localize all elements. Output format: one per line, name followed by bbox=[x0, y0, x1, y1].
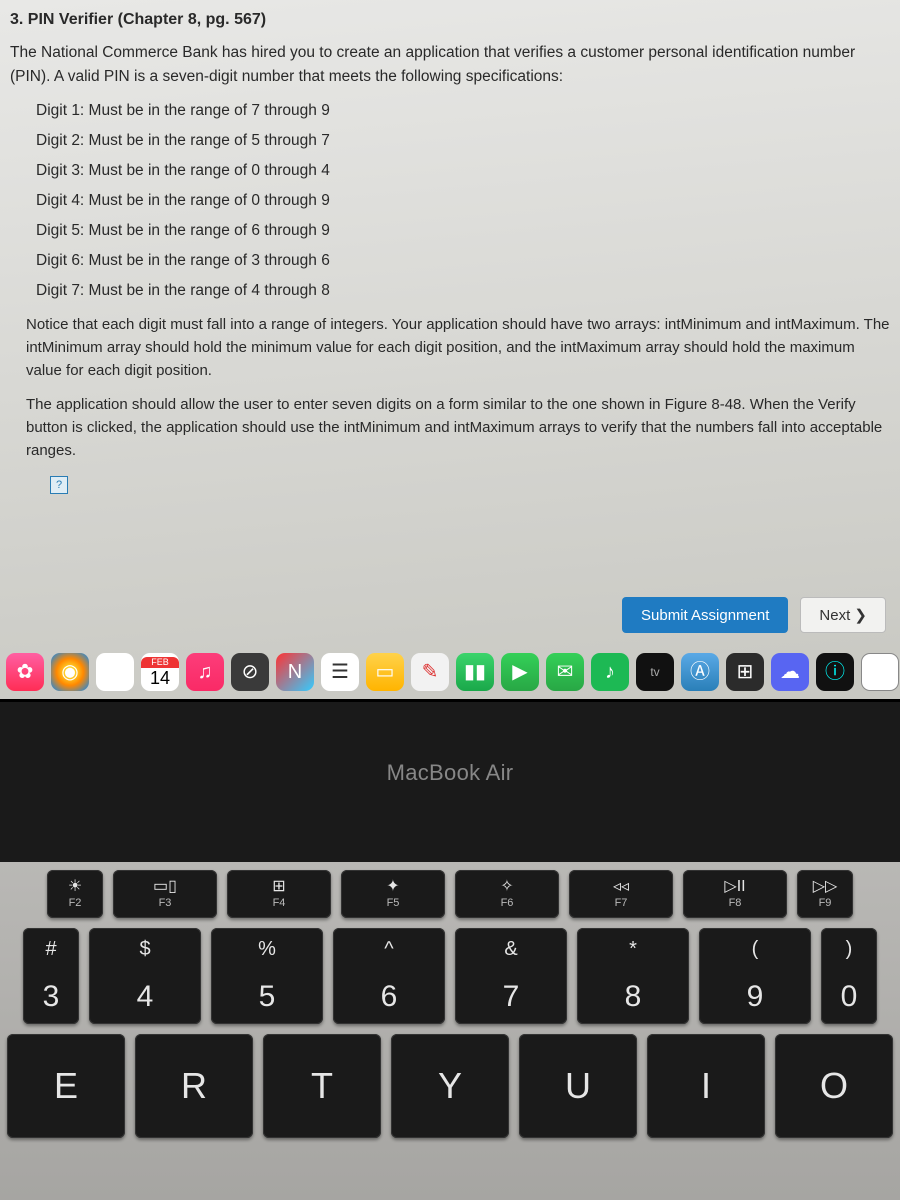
messages-icon[interactable]: ✉ bbox=[546, 653, 584, 691]
spec-item: Digit 1: Must be in the range of 7 throu… bbox=[36, 99, 890, 123]
music-icon[interactable]: ♫ bbox=[186, 653, 224, 691]
pencil-icon[interactable]: ✎ bbox=[411, 653, 449, 691]
key-t: T bbox=[263, 1034, 381, 1138]
function-key-row: ☀ F2 ▭▯ F3 ⊞ F4 ✦ F5 ✧ F6 ◃◃ F7 ▷II F8 ▷… bbox=[0, 870, 900, 918]
rewind-icon: ◃◃ bbox=[613, 879, 629, 895]
assignment-para-form: The application should allow the user to… bbox=[26, 393, 890, 463]
spec-item: Digit 5: Must be in the range of 6 throu… bbox=[36, 219, 890, 243]
spec-item: Digit 7: Must be in the range of 4 throu… bbox=[36, 279, 890, 303]
fkey-f5: ✦ F5 bbox=[341, 870, 445, 918]
number-key-row: # 3 $ 4 % 5 ^ 6 & 7 * 8 ( 9 ) 0 bbox=[0, 928, 900, 1024]
key-9: ( 9 bbox=[699, 928, 811, 1024]
reminders-icon[interactable]: ☰ bbox=[321, 653, 359, 691]
spec-item: Digit 6: Must be in the range of 3 throu… bbox=[36, 249, 890, 273]
launchpad-key-icon: ⊞ bbox=[272, 879, 285, 895]
laptop-screen: 3. PIN Verifier (Chapter 8, pg. 567) The… bbox=[0, 0, 900, 702]
key-4: $ 4 bbox=[89, 928, 201, 1024]
key-5: % 5 bbox=[211, 928, 323, 1024]
keyboard-dim-icon: ✦ bbox=[386, 879, 399, 895]
podcast-icon[interactable]: ⓘ bbox=[816, 653, 854, 691]
safari-icon[interactable]: ◉ bbox=[51, 653, 89, 691]
key-6: ^ 6 bbox=[333, 928, 445, 1024]
spec-list: Digit 1: Must be in the range of 7 throu… bbox=[36, 99, 890, 303]
brightness-up-icon: ☀ bbox=[68, 879, 82, 895]
keyboard-bright-icon: ✧ bbox=[500, 879, 513, 895]
action-bar: Submit Assignment Next ❯ bbox=[622, 597, 886, 633]
fast-forward-icon: ▷▷ bbox=[813, 879, 838, 895]
assignment-heading: 3. PIN Verifier (Chapter 8, pg. 567) bbox=[10, 8, 890, 33]
blocked-icon[interactable]: ⊘ bbox=[231, 653, 269, 691]
key-3: # 3 bbox=[23, 928, 79, 1024]
calendar-icon[interactable]: FEB 14 bbox=[141, 653, 179, 691]
play-pause-icon: ▷II bbox=[724, 879, 745, 895]
submit-assignment-button[interactable]: Submit Assignment bbox=[622, 597, 788, 633]
assignment-intro: The National Commerce Bank has hired you… bbox=[10, 41, 890, 89]
letter-key-row: E R T Y U I O bbox=[0, 1034, 900, 1138]
fkey-f3: ▭▯ F3 bbox=[113, 870, 217, 918]
appstore-icon[interactable]: Ⓐ bbox=[681, 653, 719, 691]
key-e: E bbox=[7, 1034, 125, 1138]
key-r: R bbox=[135, 1034, 253, 1138]
key-y: Y bbox=[391, 1034, 509, 1138]
fkey-f8: ▷II F8 bbox=[683, 870, 787, 918]
spotify-icon[interactable]: ♪ bbox=[591, 653, 629, 691]
key-0: ) 0 bbox=[821, 928, 877, 1024]
calendar-day: 14 bbox=[150, 668, 170, 687]
appletv-icon[interactable]: tv bbox=[636, 653, 674, 691]
key-i: I bbox=[647, 1034, 765, 1138]
fkey-f2: ☀ F2 bbox=[47, 870, 103, 918]
key-o: O bbox=[775, 1034, 893, 1138]
key-7: & 7 bbox=[455, 928, 567, 1024]
macos-dock: ✿ ◉ ⊞ FEB 14 ♫ ⊘ N ☰ ▭ ✎ ▮▮ ▶ ✉ ♪ tv Ⓐ ⊞… bbox=[0, 649, 900, 695]
fkey-f9: ▷▷ F9 bbox=[797, 870, 853, 918]
numbers-icon[interactable]: ▮▮ bbox=[456, 653, 494, 691]
spec-item: Digit 3: Must be in the range of 0 throu… bbox=[36, 159, 890, 183]
news-icon[interactable]: N bbox=[276, 653, 314, 691]
discord-icon[interactable]: ☁ bbox=[771, 653, 809, 691]
spec-item: Digit 4: Must be in the range of 0 throu… bbox=[36, 189, 890, 213]
key-8: * 8 bbox=[577, 928, 689, 1024]
next-button[interactable]: Next ❯ bbox=[800, 597, 886, 633]
fkey-f6: ✧ F6 bbox=[455, 870, 559, 918]
photos-icon[interactable]: ✿ bbox=[6, 653, 44, 691]
generic-app-icon[interactable]: ▫ bbox=[861, 653, 899, 691]
facetime-icon[interactable]: ▶ bbox=[501, 653, 539, 691]
assignment-content: 3. PIN Verifier (Chapter 8, pg. 567) The… bbox=[10, 8, 890, 496]
physical-keyboard: ☀ F2 ▭▯ F3 ⊞ F4 ✦ F5 ✧ F6 ◃◃ F7 ▷II F8 ▷… bbox=[0, 862, 900, 1200]
spec-item: Digit 2: Must be in the range of 5 throu… bbox=[36, 129, 890, 153]
notes-icon[interactable]: ▭ bbox=[366, 653, 404, 691]
grid-icon[interactable]: ⊞ bbox=[726, 653, 764, 691]
fkey-f7: ◃◃ F7 bbox=[569, 870, 673, 918]
assignment-para-arrays: Notice that each digit must fall into a … bbox=[26, 313, 890, 383]
key-u: U bbox=[519, 1034, 637, 1138]
calendar-month: FEB bbox=[141, 657, 179, 668]
laptop-brand-label: MacBook Air bbox=[0, 760, 900, 786]
fkey-f4: ⊞ F4 bbox=[227, 870, 331, 918]
mission-control-icon: ▭▯ bbox=[153, 879, 177, 895]
help-box-icon[interactable]: ? bbox=[50, 476, 68, 494]
launchpad-icon[interactable]: ⊞ bbox=[96, 653, 134, 691]
